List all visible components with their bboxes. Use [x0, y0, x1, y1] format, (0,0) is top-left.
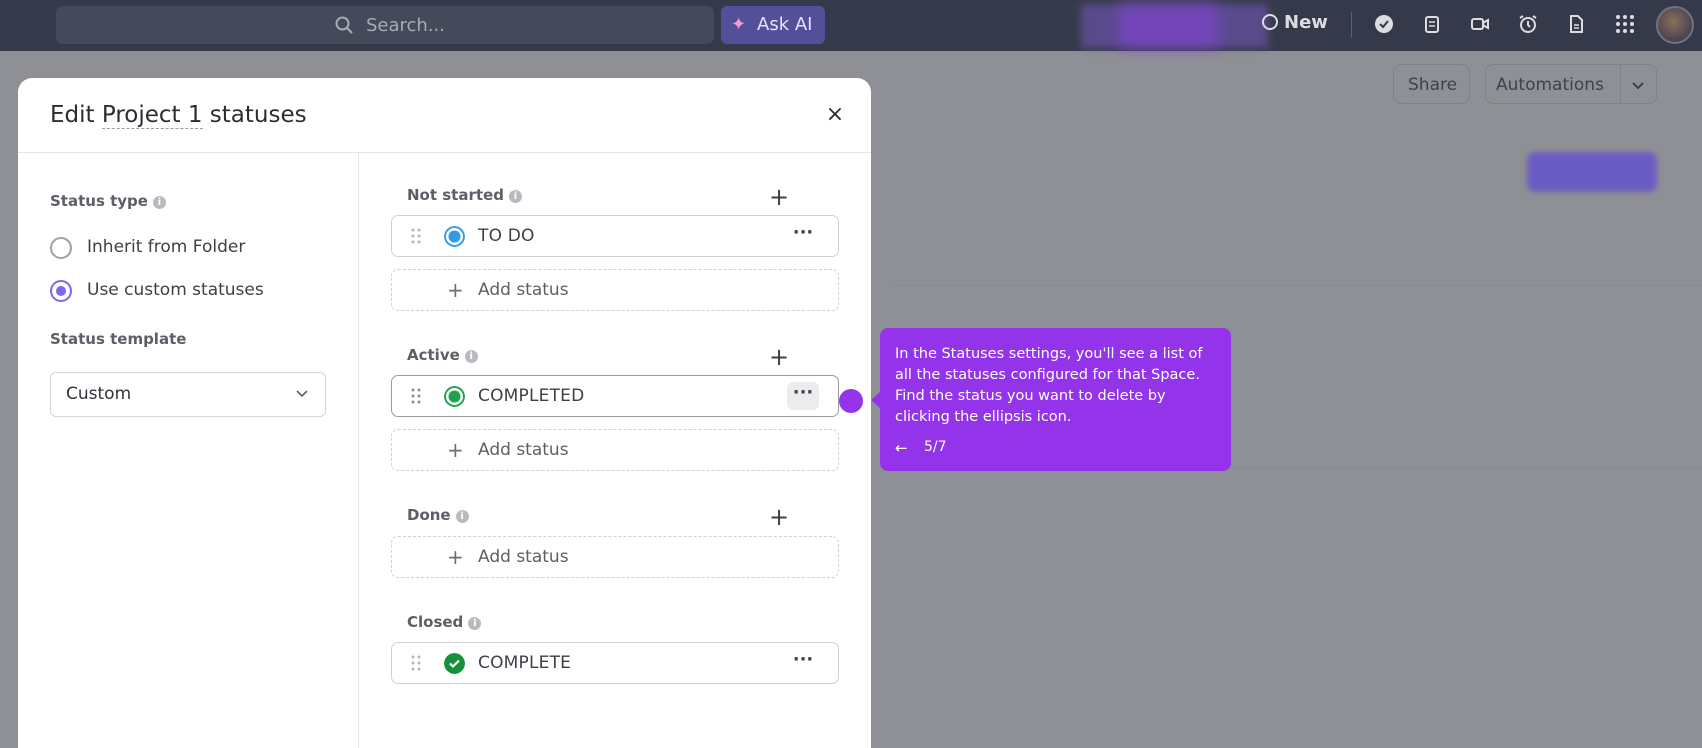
alarm-icon[interactable]	[1518, 14, 1538, 34]
status-color-icon[interactable]	[444, 386, 465, 407]
add-status-label: Add status	[478, 440, 569, 460]
automations-button[interactable]: Automations	[1485, 64, 1657, 104]
add-status-label: Add status	[478, 280, 569, 300]
select-value: Custom	[66, 384, 132, 404]
topbar-divider	[1351, 12, 1352, 38]
drag-handle-icon[interactable]	[410, 388, 422, 404]
sparkle-icon: ✦	[731, 14, 747, 35]
clipboard-icon[interactable]	[1422, 14, 1442, 34]
status-groups-panel: Not started i + TO DO ··· + Add status Ac…	[359, 153, 871, 748]
add-status-button[interactable]: + Add status	[391, 429, 839, 471]
check-circle-icon[interactable]	[444, 653, 465, 674]
group-label-text: Done	[407, 506, 451, 524]
add-status-plus-icon[interactable]: +	[768, 345, 790, 369]
add-status-button[interactable]: + Add status	[391, 269, 839, 311]
blurred-add-button	[1527, 152, 1657, 192]
status-row-complete[interactable]: COMPLETE ···	[391, 642, 839, 684]
ask-ai-label: Ask AI	[757, 14, 813, 35]
tooltip-text: In the Statuses settings, you'll see a l…	[895, 346, 1203, 425]
status-row-completed[interactable]: COMPLETED ···	[391, 375, 839, 417]
radio-label: Use custom statuses	[87, 280, 264, 300]
plus-icon: +	[447, 278, 464, 302]
search-placeholder: Search...	[366, 15, 446, 36]
back-arrow-icon[interactable]: ←	[895, 439, 908, 457]
bg-divider	[890, 285, 1702, 286]
group-label-not-started: Not started i	[407, 186, 522, 204]
title-suffix: statuses	[202, 102, 307, 128]
plus-icon: +	[447, 545, 464, 569]
drag-handle-icon[interactable]	[410, 228, 422, 244]
avatar[interactable]	[1656, 6, 1694, 44]
status-template-label: Status template	[50, 330, 187, 348]
check-circle-icon[interactable]	[1374, 14, 1394, 34]
top-bar: Search... ✦ Ask AI New	[0, 0, 1702, 51]
info-icon[interactable]: i	[508, 190, 522, 203]
group-label-closed: Closed i	[407, 613, 482, 631]
status-type-text: Status type	[50, 192, 148, 210]
status-row-to-do[interactable]: TO DO ···	[391, 215, 839, 257]
info-icon[interactable]: i	[464, 350, 478, 363]
more-options-icon[interactable]: ···	[787, 222, 819, 250]
chevron-down-icon	[296, 390, 308, 398]
modal-header: Edit Project 1 statuses ×	[18, 78, 871, 153]
tour-tooltip: In the Statuses settings, you'll see a l…	[871, 328, 1231, 471]
info-icon[interactable]: i	[152, 196, 166, 209]
status-color-icon[interactable]	[444, 226, 465, 247]
ask-ai-button[interactable]: ✦ Ask AI	[721, 6, 825, 44]
radio-label: Inherit from Folder	[87, 237, 246, 257]
group-label-active: Active i	[407, 346, 478, 364]
group-label-text: Not started	[407, 186, 504, 204]
status-template-select[interactable]: Custom	[50, 372, 326, 417]
group-label-text: Closed	[407, 613, 464, 631]
status-settings-panel: Status type i Inherit from Folder Use cus…	[18, 153, 359, 748]
radio-button[interactable]	[50, 237, 72, 259]
close-button[interactable]: ×	[820, 100, 850, 130]
video-icon[interactable]	[1470, 14, 1490, 34]
chevron-down-icon	[1632, 82, 1644, 90]
search-input[interactable]: Search...	[56, 6, 714, 44]
status-type-label: Status type i	[50, 192, 166, 210]
edit-statuses-modal: Edit Project 1 statuses × Status type i I…	[18, 78, 871, 748]
plus-icon: +	[447, 438, 464, 462]
document-icon[interactable]	[1566, 14, 1586, 34]
blurred-upgrade-banner	[1081, 4, 1268, 48]
info-icon[interactable]: i	[468, 617, 482, 630]
status-name[interactable]: TO DO	[478, 226, 535, 246]
new-button[interactable]: New	[1262, 12, 1328, 33]
status-name[interactable]: COMPLETED	[478, 386, 584, 406]
add-status-label: Add status	[478, 547, 569, 567]
drag-handle-icon[interactable]	[410, 655, 422, 671]
tour-pointer-dot	[839, 389, 863, 413]
project-link[interactable]: Project 1	[101, 102, 203, 129]
modal-title: Edit Project 1 statuses	[50, 102, 307, 129]
group-label-text: Active	[407, 346, 460, 364]
apps-grid-icon[interactable]	[1615, 14, 1635, 34]
title-prefix: Edit	[50, 102, 102, 128]
status-name[interactable]: COMPLETE	[478, 653, 571, 673]
step-counter: 5/7	[924, 439, 947, 455]
share-label: Share	[1408, 75, 1458, 95]
more-options-icon[interactable]: ···	[787, 649, 819, 677]
automations-label: Automations	[1496, 75, 1604, 95]
plus-circle-icon	[1262, 14, 1278, 30]
share-button[interactable]: Share	[1393, 64, 1470, 104]
add-status-plus-icon[interactable]: +	[768, 505, 790, 529]
add-status-button[interactable]: + Add status	[391, 536, 839, 578]
new-label: New	[1284, 12, 1328, 33]
group-label-done: Done i	[407, 506, 469, 524]
more-options-icon[interactable]: ···	[787, 382, 819, 410]
info-icon[interactable]: i	[455, 510, 469, 523]
search-icon	[335, 16, 353, 34]
add-status-plus-icon[interactable]: +	[768, 185, 790, 209]
radio-button-selected[interactable]	[50, 280, 72, 302]
automations-divider	[1620, 65, 1621, 103]
